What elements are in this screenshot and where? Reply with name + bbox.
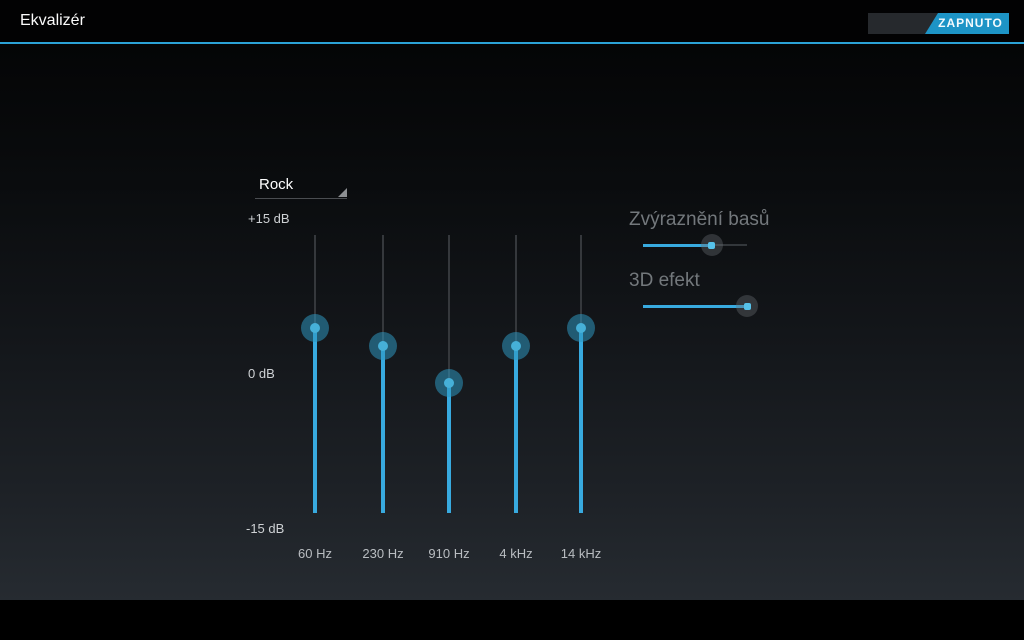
page-title: Ekvalizér — [20, 12, 85, 29]
effect-3d-thumb[interactable] — [736, 295, 758, 317]
bass-boost-label: Zvýraznění basů — [629, 209, 770, 230]
effect-3d-fill — [643, 304, 747, 308]
eq-band-label: 14 kHz — [560, 546, 602, 561]
equalizer-screen: Ekvalizér ZAPNUTO Rock +15 dB 0 dB -15 d… — [0, 0, 1024, 640]
eq-band-slider[interactable] — [301, 235, 329, 513]
eq-band-thumb[interactable] — [502, 332, 530, 361]
spinner-corner-icon — [338, 188, 347, 197]
eq-band-fill — [579, 327, 583, 513]
scale-label-min: -15 dB — [246, 521, 285, 536]
eq-band-fill — [313, 327, 317, 513]
system-bar: 15:37 » — [0, 600, 1024, 640]
eq-band-slider[interactable] — [435, 235, 463, 513]
eq-band-fill — [514, 346, 518, 513]
eq-band-thumb[interactable] — [567, 313, 595, 342]
eq-band-fill — [447, 383, 451, 513]
eq-band-fill — [381, 346, 385, 513]
effect-3d-label: 3D efekt — [629, 270, 700, 291]
bass-boost-slider[interactable] — [643, 233, 747, 257]
equalizer-panel: Rock +15 dB 0 dB -15 dB 60 Hz 230 Hz 910 H… — [0, 44, 1024, 600]
action-bar: Ekvalizér ZAPNUTO — [0, 0, 1024, 44]
eq-band-thumb[interactable] — [369, 332, 397, 361]
scale-label-max: +15 dB — [248, 211, 290, 226]
preset-value: Rock — [259, 176, 294, 193]
power-toggle-switch[interactable]: ZAPNUTO — [868, 13, 1009, 34]
bass-boost-thumb[interactable] — [700, 234, 723, 256]
eq-band-thumb[interactable] — [435, 369, 463, 398]
preset-spinner[interactable]: Rock — [255, 175, 347, 199]
effect-3d-slider[interactable] — [643, 294, 758, 318]
eq-band-slider[interactable] — [369, 235, 397, 513]
eq-band-slider[interactable] — [567, 235, 595, 513]
eq-band-slider[interactable] — [502, 235, 530, 513]
eq-band-thumb[interactable] — [301, 313, 329, 342]
scale-label-mid: 0 dB — [248, 366, 275, 381]
power-toggle-on-label: ZAPNUTO — [925, 13, 1009, 34]
